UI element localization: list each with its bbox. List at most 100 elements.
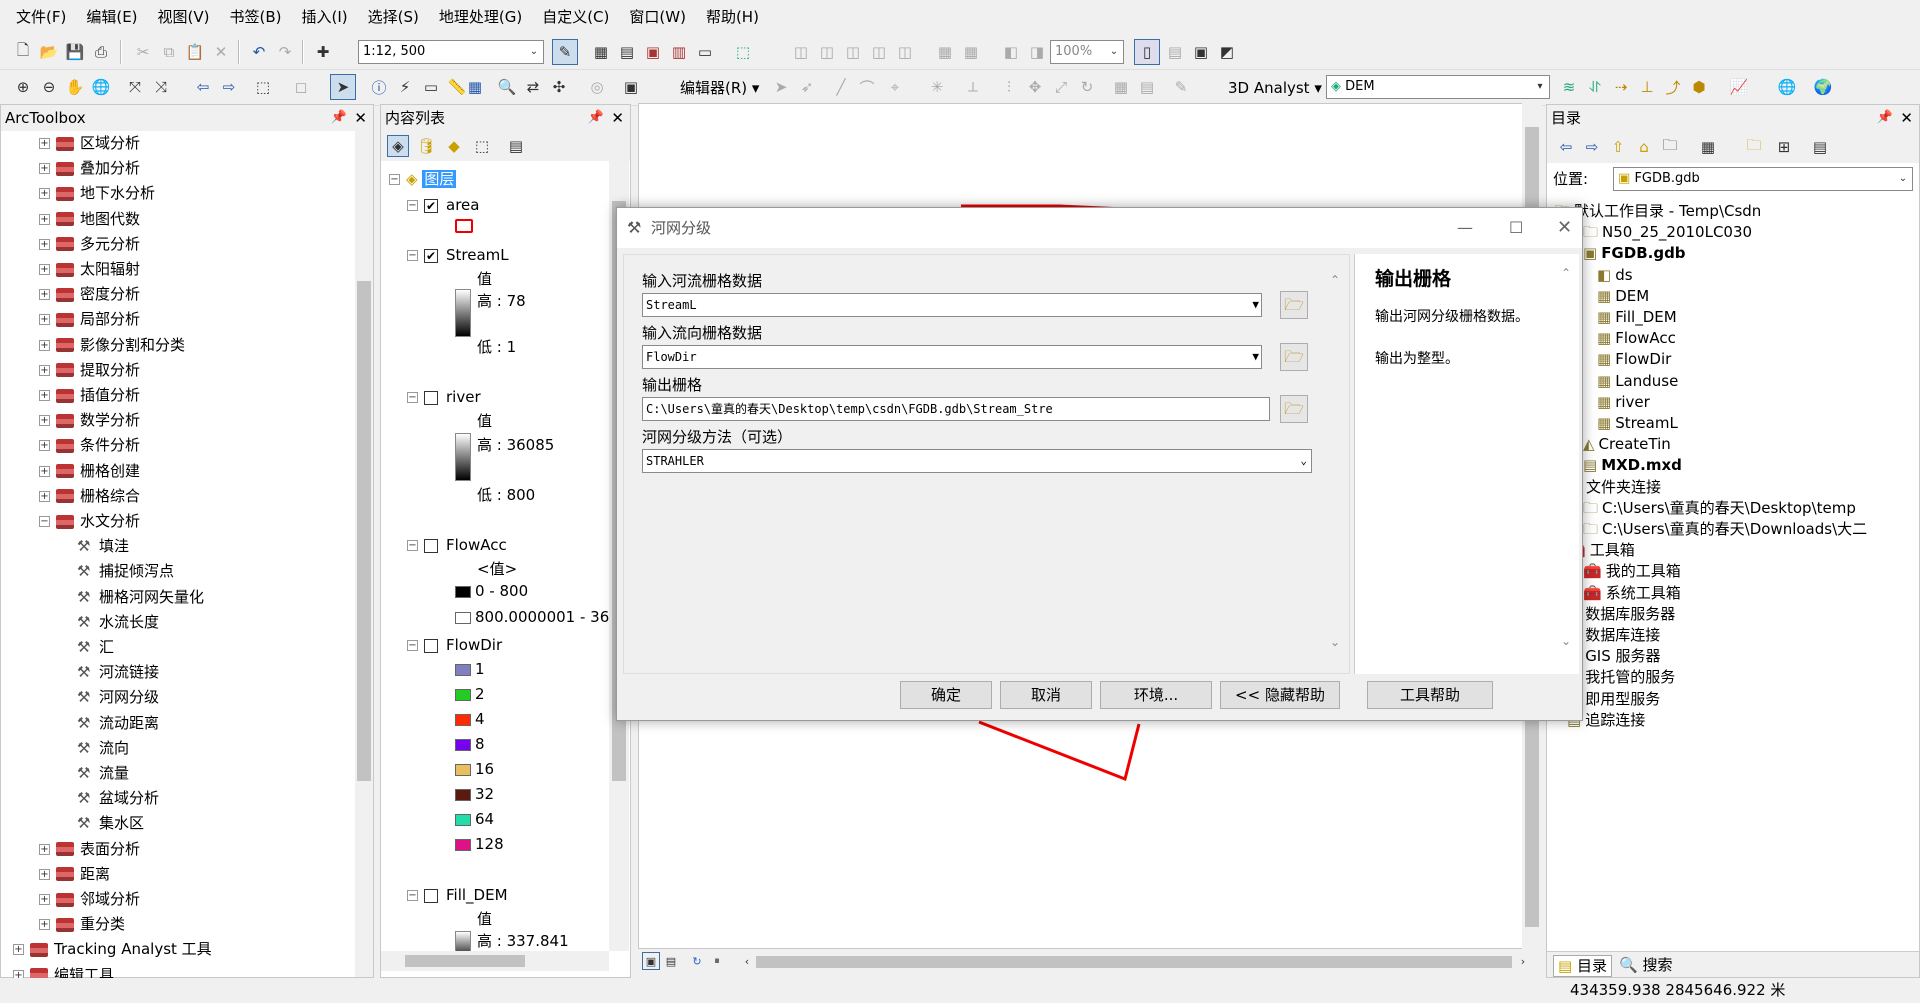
catalog-tree-item[interactable]: 🗀 C:\Users\童真的春天\Downloads\大二: [1583, 519, 1867, 539]
steepest-path-icon[interactable]: ⥯: [1584, 76, 1606, 98]
list-by-drawing-order-icon[interactable]: ◈: [387, 135, 409, 157]
tool-icon[interactable]: ◧: [1000, 41, 1022, 63]
menu-item[interactable]: 地理处理(G): [429, 0, 532, 34]
menu-item[interactable]: 编辑(E): [76, 0, 147, 34]
location-combo[interactable]: ▣ FGDB.gdb ⌄: [1613, 167, 1913, 191]
toolbox-tree-item[interactable]: ⚒ 水流长度: [77, 612, 159, 632]
layer-river[interactable]: − river: [407, 387, 481, 407]
toolbox-tree-item[interactable]: + 太阳辐射: [39, 259, 140, 279]
editor-toolbar-icon[interactable]: ✎: [552, 39, 578, 65]
profile-graph-icon[interactable]: 📈: [1728, 76, 1750, 98]
zoom-percent-combo[interactable]: 100% ⌄: [1050, 40, 1124, 64]
toolbox-tree-item[interactable]: + 编辑工具: [13, 965, 114, 979]
rotate-icon[interactable]: ⤢: [1050, 76, 1072, 98]
legend-class[interactable]: 1: [455, 659, 485, 679]
save-icon[interactable]: 💾: [64, 41, 86, 63]
close-icon[interactable]: ✕: [1900, 105, 1913, 131]
catalog-tree-item[interactable]: 🗀 C:\Users\童真的春天\Desktop\temp: [1583, 498, 1856, 518]
legend-class[interactable]: 8: [455, 734, 485, 754]
undo-icon[interactable]: ↶: [248, 41, 270, 63]
toolbox-tree-item[interactable]: ⚒ 河网分级: [77, 687, 159, 707]
interpolate-polygon-icon[interactable]: ⬢: [1688, 76, 1710, 98]
toolbox-tree-item[interactable]: ⚒ 河流链接: [77, 662, 159, 682]
scroll-down-icon[interactable]: ⌄: [1330, 635, 1340, 649]
legend-class[interactable]: 32: [455, 784, 494, 804]
sketch-properties-icon[interactable]: ▤: [1136, 76, 1158, 98]
hide-help-button[interactable]: << 隐藏帮助: [1220, 681, 1340, 709]
input-flowdir-raster-field[interactable]: FlowDir ▼: [642, 345, 1262, 369]
expand-icon[interactable]: +: [13, 944, 24, 956]
close-icon[interactable]: ✕: [611, 105, 624, 131]
edit-tool-icon[interactable]: ➤: [770, 76, 792, 98]
scroll-up-icon[interactable]: ⌃: [1561, 266, 1571, 280]
catalog-tree-item[interactable]: 🧰 我的工具箱: [1583, 561, 1681, 581]
toolbox-tree-item[interactable]: + 邻域分析: [39, 889, 140, 909]
toolbox-tree-item[interactable]: + 地下水分析: [39, 183, 155, 203]
expand-icon[interactable]: +: [39, 919, 50, 931]
tool-icon[interactable]: ◨: [1026, 41, 1048, 63]
streaml-ramp[interactable]: [455, 289, 471, 337]
toolbox-tree-item[interactable]: + 地图代数: [39, 209, 140, 229]
toolbox-tree-item[interactable]: + 栅格创建: [39, 461, 140, 481]
expand-icon[interactable]: +: [39, 440, 50, 452]
point-icon[interactable]: ✳: [926, 76, 948, 98]
hyperlink-icon[interactable]: ⚡: [394, 76, 416, 98]
toolbox-tree-item[interactable]: + 局部分析: [39, 309, 140, 329]
paste-icon[interactable]: 📋: [184, 41, 206, 63]
expand-icon[interactable]: +: [39, 339, 50, 351]
expand-icon[interactable]: +: [39, 894, 50, 905]
options-icon[interactable]: ▤: [505, 135, 527, 157]
tool-icon[interactable]: ▣: [1190, 41, 1212, 63]
catalog-tree-item[interactable]: ▦ StreamL: [1597, 413, 1678, 433]
add-data-icon[interactable]: ✚: [312, 41, 334, 63]
expand-icon[interactable]: +: [39, 364, 50, 376]
toolbox-tree-item[interactable]: ⚒ 汇: [77, 637, 114, 657]
catalog-tree-item[interactable]: 🗀默认工作目录 - Temp\Csdn: [1555, 201, 1761, 221]
menu-item[interactable]: 选择(S): [358, 0, 429, 34]
tab-catalog[interactable]: ▤ 目录: [1553, 955, 1612, 977]
expand-icon[interactable]: +: [39, 390, 50, 401]
3d-analyst-menu[interactable]: 3D Analyst ▾: [1228, 76, 1322, 100]
layer-filldem[interactable]: − Fill_DEM: [407, 885, 508, 905]
up-one-level-icon[interactable]: ⇧: [1607, 136, 1629, 158]
endpoint-arc-icon[interactable]: ⌒: [856, 76, 878, 98]
straight-segment-icon[interactable]: ╱: [830, 76, 852, 98]
layer-area[interactable]: − ✔ area: [407, 195, 479, 215]
toolbox-tree-item[interactable]: + 重分类: [39, 914, 125, 934]
layer-flowdir[interactable]: − FlowDir: [407, 635, 502, 655]
tool-icon[interactable]: ◫: [790, 41, 812, 63]
time-slider-icon[interactable]: ▦: [464, 76, 486, 98]
expand-icon[interactable]: +: [39, 490, 50, 502]
tool-icon[interactable]: ▦: [934, 41, 956, 63]
maximize-icon[interactable]: ☐: [1509, 208, 1523, 248]
arcscene-icon[interactable]: 🌐: [1776, 76, 1798, 98]
collapse-icon[interactable]: −: [39, 516, 50, 527]
expand-icon[interactable]: +: [39, 138, 50, 149]
catalog-tree-item[interactable]: ▤我托管的服务: [1567, 667, 1675, 687]
menu-item[interactable]: 视图(V): [148, 0, 220, 34]
interpolate-point-icon[interactable]: ⊥: [1636, 76, 1658, 98]
connect-folder-icon[interactable]: 🗀: [1659, 136, 1681, 158]
home-icon[interactable]: ⌂: [1633, 136, 1655, 158]
list-by-visibility-icon[interactable]: ◆: [443, 135, 465, 157]
map-hscroll-thumb[interactable]: [756, 956, 1512, 968]
river-ramp[interactable]: [455, 433, 471, 481]
toolbox-tree-item[interactable]: + 影像分割和分类: [39, 335, 185, 355]
back-icon[interactable]: ⇦: [192, 76, 214, 98]
edit-vertices-icon[interactable]: ⟂: [962, 76, 984, 98]
delete-icon[interactable]: ✕: [210, 41, 232, 63]
toolbox-tree-item[interactable]: + 距离: [39, 864, 110, 884]
pin-icon[interactable]: 📌: [1877, 105, 1893, 131]
catalog-tree-item[interactable]: ▤ MXD.mxd: [1583, 455, 1682, 475]
refresh-icon[interactable]: ↻: [688, 952, 706, 970]
python-window-icon[interactable]: ▭: [694, 41, 716, 63]
catalog-tree-item[interactable]: ▣ FGDB.gdb: [1583, 243, 1686, 263]
filldem-ramp[interactable]: [455, 931, 471, 951]
toolbox-tree-item[interactable]: + 数学分析: [39, 410, 140, 430]
expand-icon[interactable]: +: [39, 868, 50, 880]
menu-item[interactable]: 插入(I): [292, 0, 358, 34]
catalog-tree-item[interactable]: ▦ Fill_DEM: [1597, 307, 1677, 327]
toc-root[interactable]: − ◈ 图层: [389, 169, 457, 189]
catalog-tree-item[interactable]: ▦ DEM: [1597, 286, 1649, 306]
ok-button[interactable]: 确定: [900, 681, 992, 709]
